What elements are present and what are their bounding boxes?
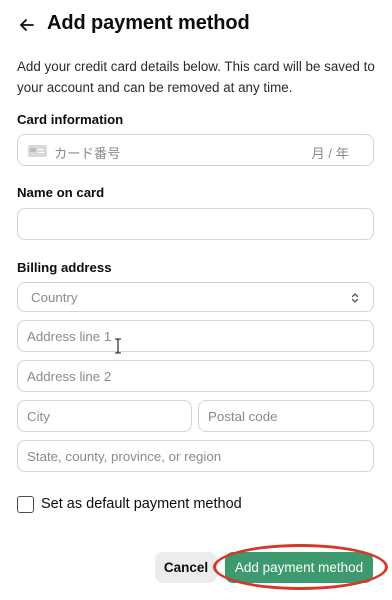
- city-input[interactable]: City: [17, 400, 192, 432]
- address-line2-input[interactable]: Address line 2: [17, 360, 374, 392]
- country-select[interactable]: Country: [17, 282, 374, 312]
- page-description: Add your credit card details below. This…: [17, 59, 375, 95]
- card-number-input[interactable]: カード番号: [54, 143, 120, 162]
- page-header: Add payment method: [0, 0, 392, 50]
- address-line1-placeholder: Address line 1: [27, 329, 112, 344]
- default-payment-label[interactable]: Set as default payment method: [41, 496, 242, 512]
- text-cursor-icon: [115, 338, 121, 354]
- card-expiry-input[interactable]: 月 / 年: [311, 143, 349, 162]
- address-line2-placeholder: Address line 2: [27, 369, 112, 384]
- page-title: Add payment method: [47, 12, 250, 34]
- name-on-card-label: Name on card: [17, 185, 105, 200]
- billing-address-label: Billing address: [17, 260, 112, 275]
- name-on-card-input[interactable]: [17, 208, 374, 240]
- postal-code-placeholder: Postal code: [208, 409, 278, 424]
- chevron-up-down-icon: [351, 293, 359, 303]
- state-input[interactable]: State, county, province, or region: [17, 440, 374, 472]
- country-select-value: Country: [31, 290, 78, 305]
- arrow-left-icon: [20, 19, 34, 31]
- address-line1-input[interactable]: Address line 1: [17, 320, 374, 352]
- default-payment-checkbox[interactable]: [17, 496, 34, 513]
- cancel-button[interactable]: Cancel: [155, 552, 217, 583]
- back-button[interactable]: [14, 12, 40, 38]
- card-information-label: Card information: [17, 112, 124, 127]
- credit-card-icon: [28, 145, 47, 157]
- city-placeholder: City: [27, 409, 50, 424]
- card-information-field[interactable]: カード番号 月 / 年: [17, 134, 374, 166]
- state-placeholder: State, county, province, or region: [27, 449, 222, 464]
- add-payment-method-button[interactable]: Add payment method: [225, 552, 373, 583]
- postal-code-input[interactable]: Postal code: [198, 400, 374, 432]
